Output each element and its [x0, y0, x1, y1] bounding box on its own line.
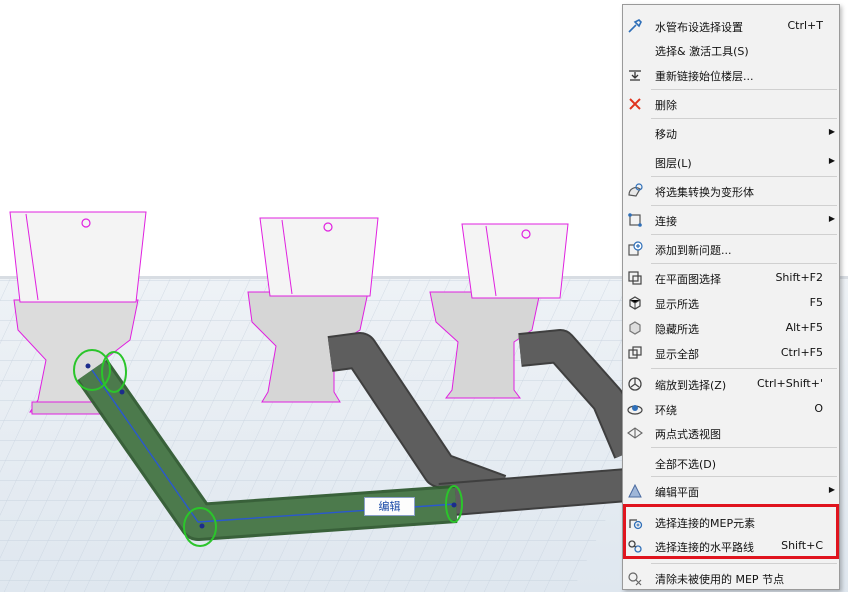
menu-item-show-selection[interactable]: 显示所选 F5: [623, 291, 839, 315]
menu-item-purge-unused-mep-nodes[interactable]: 清除未被使用的 MEP 节点: [623, 566, 839, 590]
menu-item-connect[interactable]: 连接 ▶: [623, 208, 839, 232]
menu-item-two-point-perspective[interactable]: 两点式透视图: [623, 421, 839, 445]
connect-icon: [627, 212, 643, 228]
submenu-arrow-icon: ▶: [828, 485, 835, 494]
morph-convert-icon: [627, 183, 643, 199]
menu-item-relink-story[interactable]: 重新链接始位楼层...: [623, 63, 839, 87]
show-all-icon: [627, 345, 643, 361]
purge-mep-nodes-icon: [627, 570, 643, 586]
delete-icon: [627, 96, 643, 112]
menu-item-select-activate-tool[interactable]: 选择& 激活工具(S): [623, 38, 839, 62]
orbit-icon: [627, 401, 643, 417]
submenu-arrow-icon: ▶: [828, 156, 835, 165]
menu-item-move[interactable]: 移动 ▶: [623, 121, 839, 145]
menu-item-add-to-issue[interactable]: 添加到新问题...: [623, 237, 839, 261]
menu-item-edit-plane[interactable]: 编辑平面 ▶: [623, 479, 839, 503]
menu-item-orbit[interactable]: 环绕 O: [623, 397, 839, 421]
menu-item-select-in-plan[interactable]: 在平面图选择 Shift+F2: [623, 266, 839, 290]
drain-pipe-main-gray[interactable]: [438, 467, 642, 517]
show-selection-icon: [627, 295, 643, 311]
menu-item-hide-selection[interactable]: 隐藏所选 Alt+F5: [623, 316, 839, 340]
edit-label-tag[interactable]: 编辑: [364, 497, 415, 516]
zoom-selection-icon: [627, 376, 643, 392]
menu-item-layer[interactable]: 图层(L) ▶: [623, 150, 839, 174]
add-issue-icon: [627, 241, 643, 257]
relink-story-icon: [627, 67, 643, 83]
context-menu: 水管布设选择设置 Ctrl+T 选择& 激活工具(S) 重新链接始位楼层... …: [622, 4, 840, 590]
menu-item-delete[interactable]: 删除: [623, 92, 839, 116]
menu-item-zoom-to-selection[interactable]: 缩放到选择(Z) Ctrl+Shift+': [623, 372, 839, 396]
select-in-plan-icon: [627, 270, 643, 286]
edit-plane-icon: [627, 483, 643, 499]
pipe-settings-icon: [627, 18, 643, 34]
red-highlight-annotation: [623, 504, 839, 559]
menu-item-convert-to-morph[interactable]: 将选集转换为变形体: [623, 179, 839, 203]
two-point-perspective-icon: [627, 425, 643, 441]
menu-item-pipe-selection-settings[interactable]: 水管布设选择设置 Ctrl+T: [623, 14, 839, 38]
hide-selection-icon: [627, 320, 643, 336]
submenu-arrow-icon: ▶: [828, 127, 835, 136]
menu-item-deselect-all[interactable]: 全部不选(D): [623, 451, 839, 475]
submenu-arrow-icon: ▶: [828, 214, 835, 223]
menu-item-show-all[interactable]: 显示全部 Ctrl+F5: [623, 341, 839, 365]
